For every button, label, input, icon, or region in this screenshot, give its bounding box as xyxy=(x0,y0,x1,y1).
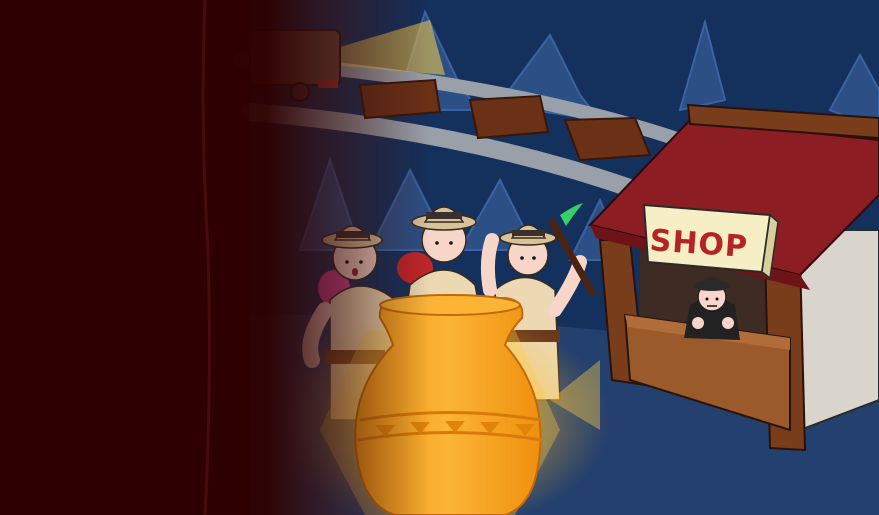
left-darkness-solid xyxy=(0,0,250,515)
shop-sign-text: SHOP xyxy=(649,223,749,265)
scene-canvas: SHOP xyxy=(0,0,879,515)
game-scene: SHOP xyxy=(0,0,879,515)
